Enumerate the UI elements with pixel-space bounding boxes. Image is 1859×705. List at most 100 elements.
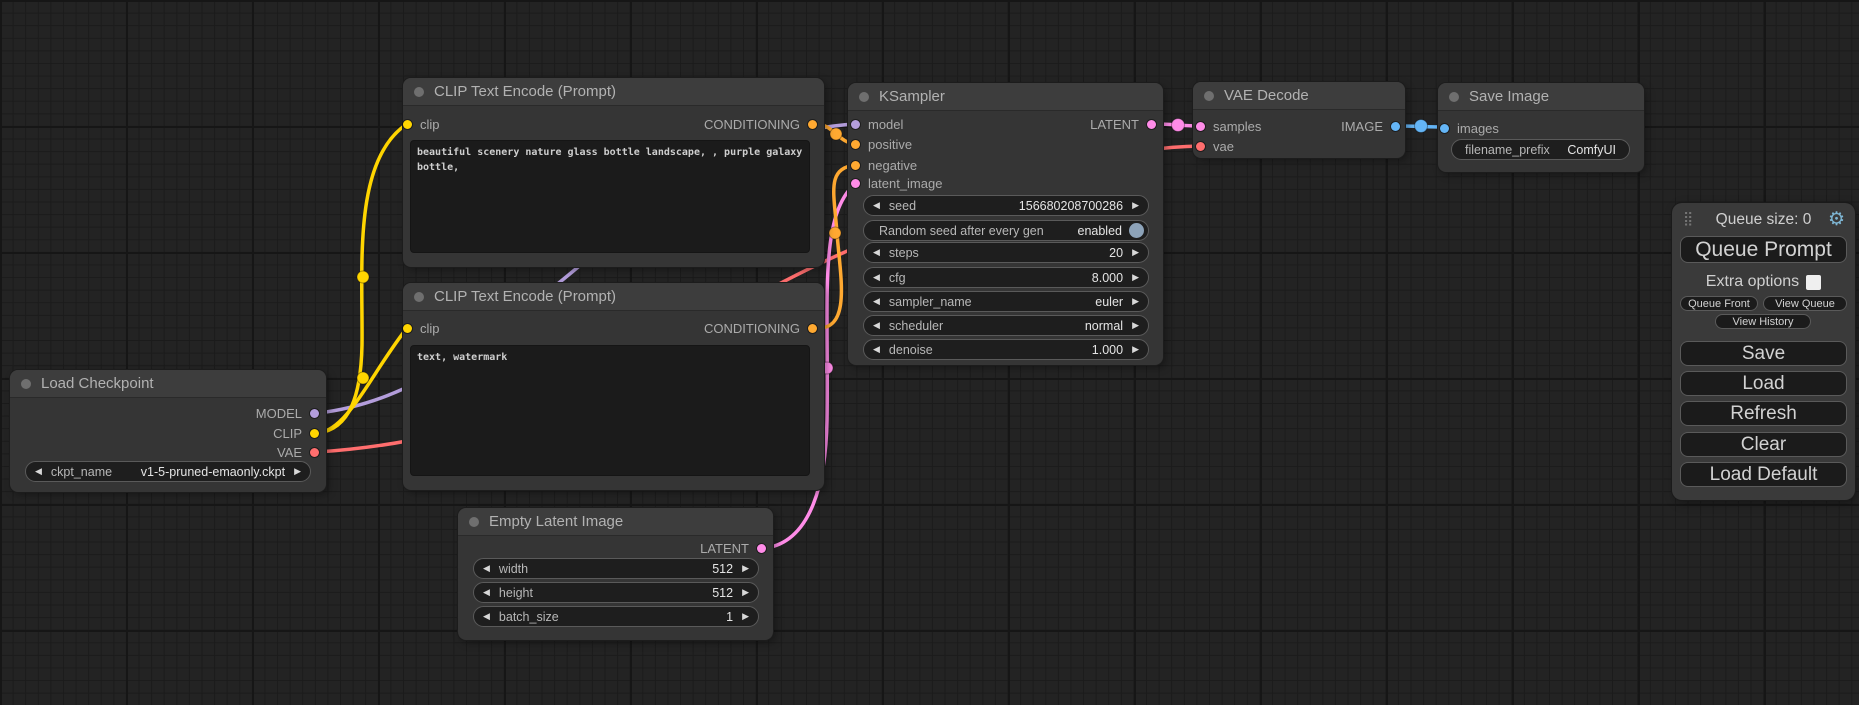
increment-arrow-icon[interactable]: ▶	[1123, 200, 1148, 211]
node-titlebar[interactable]: CLIP Text Encode (Prompt)	[403, 78, 824, 106]
node-ksampler[interactable]: KSampler model positive negative latent_…	[848, 83, 1163, 365]
collapse-dot[interactable]	[414, 87, 424, 97]
widget-cfg[interactable]: ◀ cfg 8.000 ▶	[863, 267, 1149, 288]
clip-slot-dot[interactable]	[403, 120, 412, 129]
collapse-dot[interactable]	[1204, 91, 1214, 101]
clip-slot-dot[interactable]	[403, 324, 412, 333]
conditioning-slot-dot[interactable]	[851, 161, 860, 170]
vae-slot-dot[interactable]	[1196, 142, 1205, 151]
node-load-checkpoint[interactable]: Load Checkpoint MODEL CLIP VAE ◀ ckpt_na…	[10, 370, 326, 492]
decrement-arrow-icon[interactable]: ◀	[474, 587, 499, 598]
input-slot-images[interactable]: images	[1440, 119, 1499, 137]
latent-slot-dot[interactable]	[851, 179, 860, 188]
vae-slot-dot[interactable]	[310, 448, 319, 457]
node-empty-latent-image[interactable]: Empty Latent Image LATENT ◀ width 512 ▶ …	[458, 508, 773, 640]
output-slot-conditioning[interactable]: CONDITIONING	[704, 319, 817, 337]
decrement-arrow-icon[interactable]: ◀	[864, 272, 889, 283]
latent-slot-dot[interactable]	[757, 544, 766, 553]
toggle-knob[interactable]	[1129, 223, 1144, 238]
collapse-dot[interactable]	[859, 92, 869, 102]
load-button[interactable]: Load	[1680, 371, 1847, 396]
widget-batch-size[interactable]: ◀ batch_size 1 ▶	[473, 606, 759, 627]
output-slot-latent[interactable]: LATENT	[1090, 115, 1156, 133]
node-titlebar[interactable]: VAE Decode	[1193, 82, 1405, 110]
decrement-arrow-icon[interactable]: ◀	[864, 200, 889, 211]
view-queue-button[interactable]: View Queue	[1763, 296, 1847, 311]
queue-prompt-button[interactable]: Queue Prompt	[1680, 236, 1847, 263]
input-slot-negative[interactable]: negative	[851, 156, 917, 174]
negative-prompt-textarea[interactable]: text, watermark	[410, 345, 810, 476]
output-slot-clip[interactable]: CLIP	[273, 424, 319, 442]
output-slot-model[interactable]: MODEL	[256, 404, 319, 422]
output-slot-vae[interactable]: VAE	[277, 443, 319, 461]
widget-sampler-name[interactable]: ◀ sampler_name euler ▶	[863, 291, 1149, 312]
latent-slot-dot[interactable]	[1147, 120, 1156, 129]
input-slot-clip[interactable]: clip	[403, 319, 440, 337]
clear-button[interactable]: Clear	[1680, 432, 1847, 457]
widget-steps[interactable]: ◀ steps 20 ▶	[863, 242, 1149, 263]
collapse-dot[interactable]	[469, 517, 479, 527]
output-slot-image[interactable]: IMAGE	[1341, 117, 1400, 135]
node-save-image[interactable]: Save Image images filename_prefix ComfyU…	[1438, 83, 1644, 172]
node-titlebar[interactable]: Empty Latent Image	[458, 508, 773, 536]
node-clip-text-encode-positive[interactable]: CLIP Text Encode (Prompt) clip CONDITION…	[403, 78, 824, 267]
increment-arrow-icon[interactable]: ▶	[285, 466, 310, 477]
node-titlebar[interactable]: Save Image	[1438, 83, 1644, 111]
model-slot-dot[interactable]	[851, 120, 860, 129]
graph-canvas[interactable]: Load Checkpoint MODEL CLIP VAE ◀ ckpt_na…	[0, 0, 1859, 705]
output-slot-latent[interactable]: LATENT	[700, 539, 766, 557]
conditioning-slot-dot[interactable]	[851, 140, 860, 149]
increment-arrow-icon[interactable]: ▶	[733, 611, 758, 622]
widget-height[interactable]: ◀ height 512 ▶	[473, 582, 759, 603]
increment-arrow-icon[interactable]: ▶	[1123, 247, 1148, 258]
widget-filename-prefix[interactable]: filename_prefix ComfyUI	[1451, 139, 1630, 160]
input-slot-model[interactable]: model	[851, 115, 903, 133]
input-slot-latent-image[interactable]: latent_image	[851, 174, 942, 192]
refresh-button[interactable]: Refresh	[1680, 401, 1847, 426]
increment-arrow-icon[interactable]: ▶	[733, 563, 758, 574]
increment-arrow-icon[interactable]: ▶	[1123, 296, 1148, 307]
model-slot-dot[interactable]	[310, 409, 319, 418]
latent-slot-dot[interactable]	[1196, 122, 1205, 131]
clip-slot-dot[interactable]	[310, 429, 319, 438]
decrement-arrow-icon[interactable]: ◀	[864, 320, 889, 331]
load-default-button[interactable]: Load Default	[1680, 462, 1847, 487]
node-vae-decode[interactable]: VAE Decode samples vae IMAGE	[1193, 82, 1405, 158]
output-slot-conditioning[interactable]: CONDITIONING	[704, 115, 817, 133]
image-slot-dot[interactable]	[1391, 122, 1400, 131]
collapse-dot[interactable]	[21, 379, 31, 389]
conditioning-slot-dot[interactable]	[808, 324, 817, 333]
collapse-dot[interactable]	[1449, 92, 1459, 102]
queue-menu-panel[interactable]: ⣿ Queue size: 0 ⚙ Queue Prompt Extra opt…	[1672, 203, 1855, 500]
widget-seed[interactable]: ◀ seed 156680208700286 ▶	[863, 195, 1149, 216]
widget-width[interactable]: ◀ width 512 ▶	[473, 558, 759, 579]
node-titlebar[interactable]: Load Checkpoint	[10, 370, 326, 398]
input-slot-positive[interactable]: positive	[851, 135, 912, 153]
positive-prompt-textarea[interactable]: beautiful scenery nature glass bottle la…	[410, 140, 810, 253]
decrement-arrow-icon[interactable]: ◀	[864, 344, 889, 355]
widget-ckpt-name[interactable]: ◀ ckpt_name v1-5-pruned-emaonly.ckpt ▶	[25, 461, 311, 482]
input-slot-clip[interactable]: clip	[403, 115, 440, 133]
increment-arrow-icon[interactable]: ▶	[1123, 344, 1148, 355]
queue-front-button[interactable]: Queue Front	[1680, 296, 1758, 311]
save-button[interactable]: Save	[1680, 341, 1847, 366]
image-slot-dot[interactable]	[1440, 124, 1449, 133]
increment-arrow-icon[interactable]: ▶	[1123, 272, 1148, 283]
node-clip-text-encode-negative[interactable]: CLIP Text Encode (Prompt) clip CONDITION…	[403, 283, 824, 490]
decrement-arrow-icon[interactable]: ◀	[474, 611, 499, 622]
settings-gear-icon[interactable]: ⚙	[1828, 208, 1845, 231]
collapse-dot[interactable]	[414, 292, 424, 302]
widget-random-seed-toggle[interactable]: Random seed after every gen enabled	[863, 220, 1149, 241]
view-history-button[interactable]: View History	[1715, 314, 1811, 329]
extra-options-checkbox[interactable]	[1806, 275, 1821, 290]
node-titlebar[interactable]: KSampler	[848, 83, 1163, 111]
decrement-arrow-icon[interactable]: ◀	[864, 247, 889, 258]
node-titlebar[interactable]: CLIP Text Encode (Prompt)	[403, 283, 824, 311]
decrement-arrow-icon[interactable]: ◀	[864, 296, 889, 307]
input-slot-vae[interactable]: vae	[1196, 137, 1234, 155]
widget-scheduler[interactable]: ◀ scheduler normal ▶	[863, 315, 1149, 336]
input-slot-samples[interactable]: samples	[1196, 117, 1261, 135]
increment-arrow-icon[interactable]: ▶	[1123, 320, 1148, 331]
conditioning-slot-dot[interactable]	[808, 120, 817, 129]
increment-arrow-icon[interactable]: ▶	[733, 587, 758, 598]
